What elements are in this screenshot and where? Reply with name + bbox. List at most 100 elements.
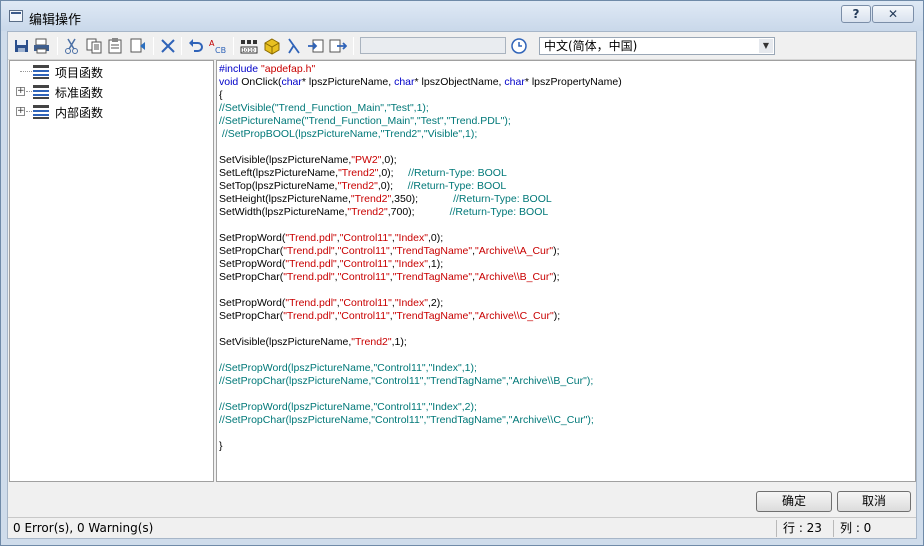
tree-item-internal-functions[interactable]: + 内部函数 — [10, 103, 210, 121]
format-icon[interactable] — [129, 37, 147, 55]
code-line[interactable]: void OnClick(char* lpszPictureName, char… — [219, 76, 622, 89]
export-icon[interactable] — [329, 37, 347, 55]
cube-icon[interactable] — [263, 37, 281, 55]
code-token: "Trend.pdl" — [283, 310, 335, 322]
code-token: "Control11" — [337, 271, 390, 283]
lambda-icon[interactable] — [285, 37, 303, 55]
code-token: #include — [219, 63, 262, 75]
cancel-button[interactable]: 取消 — [837, 491, 911, 512]
code-line[interactable]: //SetPropBOOL(lpszPictureName,"Trend2","… — [219, 128, 477, 141]
edit-action-window: 编辑操作 ? ✕ A CB 1010 中文(简体，中国) ▼ 项目函数 + 标准… — [0, 0, 924, 546]
tree-item-project-functions[interactable]: 项目函数 — [10, 63, 210, 81]
code-token: SetVisible(lpszPictureName, — [219, 154, 352, 166]
code-token: "Trend2" — [350, 193, 392, 205]
code-line[interactable]: SetLeft(lpszPictureName,"Trend2",0); //R… — [219, 167, 507, 180]
status-message: 0 Error(s), 0 Warning(s) — [13, 521, 154, 535]
code-token: ,0); — [427, 232, 444, 244]
code-token: "Control11" — [337, 310, 390, 322]
tree-item-standard-functions[interactable]: + 标准函数 — [10, 83, 210, 101]
code-token: * lpszPropertyName) — [524, 76, 622, 88]
ok-button[interactable]: 确定 — [756, 491, 832, 512]
code-line[interactable]: SetPropChar("Trend.pdl","Control11","Tre… — [219, 271, 560, 284]
toolbar-separator — [233, 37, 234, 55]
column-indicator: 列 : 0 — [833, 520, 903, 537]
code-token: "TrendTagName" — [392, 310, 473, 322]
row-indicator: 行 : 23 — [776, 520, 838, 537]
code-token: ,0); — [381, 154, 397, 166]
paste-icon[interactable] — [107, 37, 125, 55]
code-token: //Return-Type: BOOL — [408, 167, 507, 179]
toolbar: A CB 1010 中文(简体，中国) ▼ — [8, 32, 916, 60]
import-icon[interactable] — [307, 37, 325, 55]
code-token: * lpszPictureName, — [301, 76, 395, 88]
code-line[interactable]: { — [219, 89, 223, 102]
cut-icon[interactable] — [63, 37, 81, 55]
code-token: ,1); — [427, 258, 444, 270]
code-token: SetPropWord( — [219, 258, 286, 270]
expand-icon[interactable]: + — [16, 87, 25, 96]
code-line[interactable]: //SetVisible("Trend_Function_Main","Test… — [219, 102, 429, 115]
code-token: SetLeft(lpszPictureName, — [219, 167, 339, 179]
code-line[interactable]: SetWidth(lpszPictureName,"Trend2",700); … — [219, 206, 548, 219]
close-button[interactable]: ✕ — [872, 5, 914, 23]
code-line[interactable]: //SetPropWord(lpszPictureName,"Control11… — [219, 401, 477, 414]
code-line[interactable]: SetVisible(lpszPictureName,"PW2",0); — [219, 154, 397, 167]
delete-icon[interactable] — [159, 37, 177, 55]
help-button[interactable]: ? — [841, 5, 871, 23]
expand-icon[interactable]: + — [16, 107, 25, 116]
code-line[interactable]: SetPropWord("Trend.pdl","Control11","Ind… — [219, 232, 443, 245]
code-line[interactable]: //SetPropWord(lpszPictureName,"Control11… — [219, 362, 477, 375]
language-select[interactable]: 中文(简体，中国) ▼ — [539, 37, 775, 55]
window-title: 编辑操作 — [29, 13, 82, 28]
code-token: ,350); — [391, 193, 454, 205]
code-token: "Trend.pdl" — [283, 271, 335, 283]
save-icon[interactable] — [13, 37, 31, 55]
code-token: SetTop(lpszPictureName, — [219, 180, 338, 192]
abc-icon[interactable]: A CB — [208, 37, 226, 55]
tree-item-label: 项目函数 — [55, 66, 104, 80]
code-token: "Trend2" — [351, 336, 392, 348]
code-line[interactable]: //SetPropChar(lpszPictureName,"Control11… — [219, 414, 594, 427]
code-token: char — [394, 76, 415, 88]
code-line[interactable]: SetVisible(lpszPictureName,"Trend2",1); — [219, 336, 407, 349]
code-token: "Archive\\A_Cur" — [475, 245, 554, 257]
title-bar[interactable]: 编辑操作 ? ✕ — [1, 1, 923, 31]
code-editor[interactable]: #include "apdefap.h" void OnClick(char* l… — [216, 60, 916, 482]
code-line[interactable]: SetPropWord("Trend.pdl","Control11","Ind… — [219, 297, 443, 310]
code-token: "Trend2" — [347, 206, 388, 218]
code-line[interactable]: SetPropWord("Trend.pdl","Control11","Ind… — [219, 258, 443, 271]
code-line[interactable]: //SetPropChar(lpszPictureName,"Control11… — [219, 375, 593, 388]
print-icon[interactable] — [33, 37, 51, 55]
function-folder-icon — [32, 84, 50, 100]
clock-icon[interactable] — [510, 37, 528, 55]
undo-icon[interactable] — [187, 37, 205, 55]
code-token: SetVisible(lpszPictureName, — [219, 336, 352, 348]
code-token: //Return-Type: BOOL — [449, 206, 549, 218]
tree-item-label: 标准函数 — [55, 86, 104, 100]
trigger-input[interactable] — [360, 37, 506, 54]
compile-icon[interactable]: 1010 — [240, 37, 258, 55]
code-token: "Trend.pdl" — [283, 245, 335, 257]
code-token: SetPropWord( — [219, 232, 286, 244]
code-line[interactable]: SetPropChar("Trend.pdl","Control11","Tre… — [219, 310, 560, 323]
code-token: "Index" — [394, 232, 428, 244]
copy-icon[interactable] — [85, 37, 103, 55]
chevron-down-icon[interactable]: ▼ — [759, 39, 773, 53]
code-token: ); — [553, 245, 560, 257]
code-line[interactable]: SetHeight(lpszPictureName,"Trend2",350);… — [219, 193, 552, 206]
code-line[interactable]: #include "apdefap.h" — [219, 63, 315, 76]
code-line[interactable]: SetTop(lpszPictureName,"Trend2",0); //Re… — [219, 180, 506, 193]
code-token: ,2); — [427, 297, 444, 309]
code-line[interactable]: //SetPictureName("Trend_Function_Main","… — [219, 115, 511, 128]
code-token: //SetPropWord(lpszPictureName,"Control11… — [219, 362, 477, 374]
code-token: "Index" — [394, 258, 428, 270]
code-token: //Return-Type: BOOL — [407, 180, 507, 192]
code-token: "PW2" — [351, 154, 382, 166]
code-line[interactable]: SetPropChar("Trend.pdl","Control11","Tre… — [219, 245, 560, 258]
window-icon — [9, 10, 23, 22]
code-token: "Trend.pdl" — [285, 258, 337, 270]
function-folder-icon — [32, 104, 50, 120]
code-token: OnClick( — [241, 76, 282, 88]
code-token: //SetPropWord(lpszPictureName,"Control11… — [219, 401, 477, 413]
code-line[interactable]: } — [219, 440, 223, 453]
